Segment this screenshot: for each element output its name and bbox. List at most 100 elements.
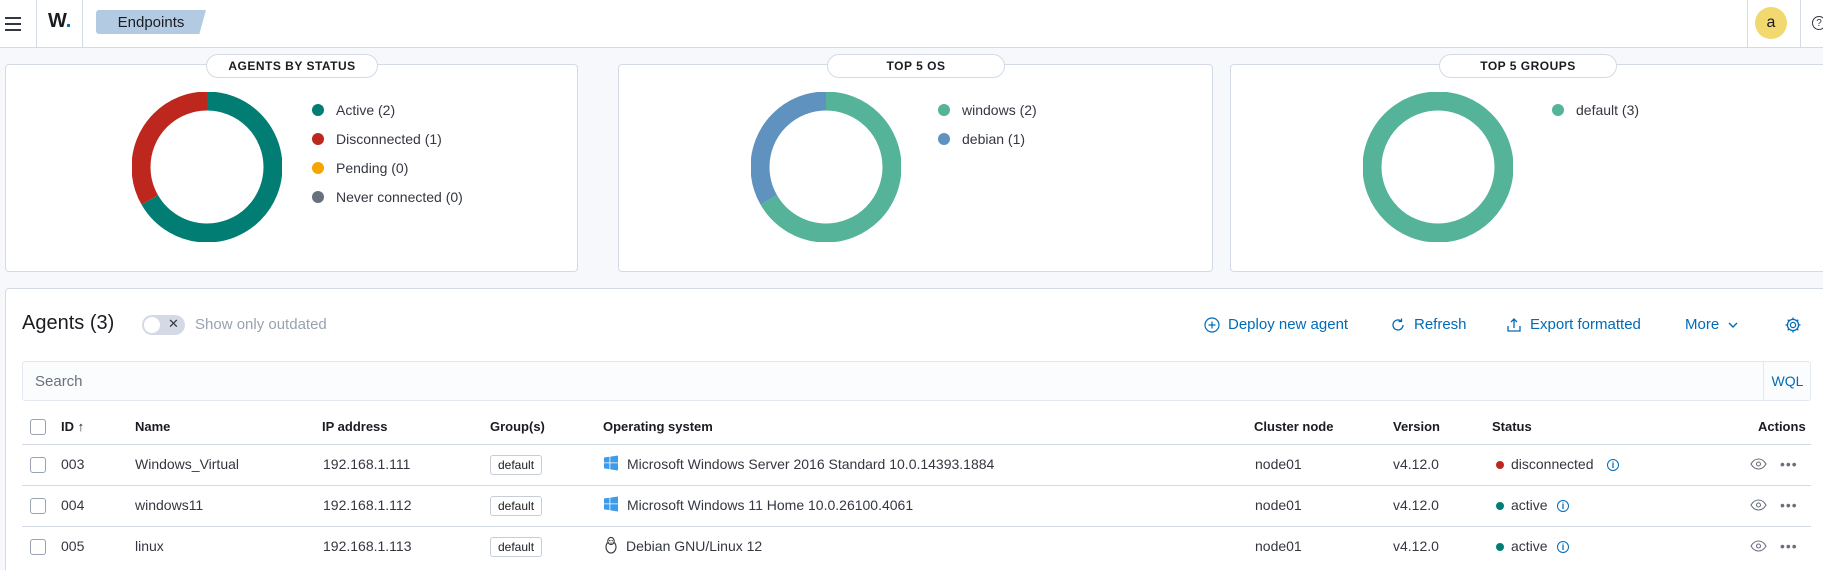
agent-ip: 192.168.1.113 xyxy=(323,538,412,554)
top-groups-panel: TOP 5 GROUPS default (3) xyxy=(1230,54,1823,272)
agent-cluster-node: node01 xyxy=(1255,538,1302,554)
toggle-knob xyxy=(144,317,160,333)
agent-version: v4.12.0 xyxy=(1393,497,1439,513)
info-icon[interactable]: i xyxy=(1557,541,1569,553)
legend-item-windows[interactable]: windows (2) xyxy=(938,95,1037,124)
agent-id: 005 xyxy=(61,538,85,554)
agent-ip: 192.168.1.111 xyxy=(323,456,411,472)
sort-arrow-icon: ↑ xyxy=(77,419,85,434)
button-label: Deploy new agent xyxy=(1228,316,1349,333)
row-checkbox[interactable] xyxy=(30,539,46,555)
eye-icon[interactable] xyxy=(1750,540,1767,552)
agents-by-status-panel: AGENTS BY STATUS Active (2) Disconnected… xyxy=(5,54,578,272)
agent-status: disconnected xyxy=(1511,456,1594,472)
eye-icon[interactable] xyxy=(1750,458,1767,470)
agent-status: active xyxy=(1511,497,1548,513)
toggle-x-icon: ✕ xyxy=(168,316,179,331)
export-icon xyxy=(1507,317,1521,332)
column-header-version[interactable]: Version xyxy=(1393,419,1440,434)
column-header-actions: Actions xyxy=(1758,419,1806,434)
header-divider xyxy=(1747,0,1748,48)
donut-slices xyxy=(132,92,282,242)
help-icon[interactable]: ? xyxy=(1812,16,1823,30)
donut-slice[interactable] xyxy=(1363,92,1513,242)
more-button[interactable]: More xyxy=(1685,316,1739,333)
more-actions-icon[interactable]: ••• xyxy=(1780,456,1798,472)
refresh-button[interactable]: Refresh xyxy=(1390,316,1467,333)
column-header-name[interactable]: Name xyxy=(135,419,170,434)
legend-label: Disconnected (1) xyxy=(336,130,442,147)
legend-item-active[interactable]: Active (2) xyxy=(312,95,463,124)
top-header: W. Endpoints a ? xyxy=(0,0,1823,48)
status-legend: Active (2) Disconnected (1) Pending (0) … xyxy=(312,95,463,211)
agent-version: v4.12.0 xyxy=(1393,456,1439,472)
agent-id: 003 xyxy=(61,456,85,472)
menu-icon[interactable] xyxy=(0,0,26,48)
status-donut-chart xyxy=(132,92,282,242)
select-all-checkbox[interactable] xyxy=(30,419,46,435)
agent-os: Debian GNU/Linux 12 xyxy=(626,538,763,554)
header-divider xyxy=(1800,0,1801,48)
group-badge[interactable]: default xyxy=(490,496,543,516)
legend-item-pending[interactable]: Pending (0) xyxy=(312,153,463,182)
column-header-status[interactable]: Status xyxy=(1492,419,1532,434)
agent-name: linux xyxy=(135,538,164,554)
gear-icon xyxy=(1785,317,1801,333)
legend-item-disconnected[interactable]: Disconnected (1) xyxy=(312,124,463,153)
table-header-divider xyxy=(22,444,1811,445)
column-header-groups[interactable]: Group(s) xyxy=(490,419,545,434)
column-header-ip[interactable]: IP address xyxy=(322,419,388,434)
more-actions-icon[interactable]: ••• xyxy=(1780,497,1798,513)
plus-circle-icon xyxy=(1204,316,1220,333)
row-checkbox[interactable] xyxy=(30,457,46,473)
row-divider xyxy=(22,526,1811,527)
info-icon[interactable]: i xyxy=(1557,500,1569,512)
group-badge[interactable]: default xyxy=(490,455,543,475)
agent-os: Microsoft Windows Server 2016 Standard 1… xyxy=(627,456,995,472)
column-header-os[interactable]: Operating system xyxy=(603,419,713,434)
legend-item-debian[interactable]: debian (1) xyxy=(938,124,1037,153)
agents-title: Agents (3) xyxy=(22,312,115,334)
app-logo[interactable]: W. xyxy=(48,10,71,33)
legend-label: Never connected (0) xyxy=(336,188,463,205)
search-input[interactable] xyxy=(23,362,1763,400)
avatar[interactable]: a xyxy=(1755,7,1787,39)
header-divider xyxy=(82,0,83,48)
outdated-toggle-label: Show only outdated xyxy=(195,316,327,333)
legend-swatch xyxy=(938,103,950,116)
legend-swatch xyxy=(312,132,324,145)
more-actions-icon[interactable]: ••• xyxy=(1780,538,1798,554)
legend-item-never-connected[interactable]: Never connected (0) xyxy=(312,182,463,211)
os-donut-chart xyxy=(751,92,901,242)
settings-button[interactable] xyxy=(1784,316,1802,334)
agent-version: v4.12.0 xyxy=(1393,538,1439,554)
row-checkbox[interactable] xyxy=(30,498,46,514)
breadcrumb-endpoints[interactable]: Endpoints xyxy=(96,10,206,34)
outdated-toggle[interactable]: ✕ xyxy=(142,315,185,335)
legend-label: debian (1) xyxy=(962,130,1026,147)
group-badge[interactable]: default xyxy=(490,537,543,557)
windows-icon xyxy=(604,496,618,512)
os-legend: windows (2) debian (1) xyxy=(938,95,1037,153)
row-divider xyxy=(22,485,1811,486)
legend-label: windows (2) xyxy=(962,101,1037,118)
button-label: More xyxy=(1685,316,1720,333)
status-dot xyxy=(1496,461,1504,469)
legend-label: Active (2) xyxy=(336,101,396,118)
deploy-new-agent-button[interactable]: Deploy new agent xyxy=(1204,316,1348,333)
legend-swatch xyxy=(312,103,324,116)
panel-title: TOP 5 GROUPS xyxy=(1439,54,1617,78)
agent-cluster-node: node01 xyxy=(1255,456,1302,472)
column-header-id[interactable]: ID ↑ xyxy=(61,419,84,434)
info-icon[interactable]: i xyxy=(1607,459,1619,471)
legend-item-default[interactable]: default (3) xyxy=(1552,95,1639,124)
eye-icon[interactable] xyxy=(1750,499,1767,511)
donut-slices xyxy=(1363,92,1513,242)
column-header-cluster[interactable]: Cluster node xyxy=(1254,419,1333,434)
agent-os: Microsoft Windows 11 Home 10.0.26100.406… xyxy=(627,497,914,513)
export-formatted-button[interactable]: Export formatted xyxy=(1506,316,1641,333)
wql-button[interactable]: WQL xyxy=(1763,362,1811,400)
agent-cluster-node: node01 xyxy=(1255,497,1302,513)
legend-label: Pending (0) xyxy=(336,159,409,176)
status-dot xyxy=(1496,543,1504,551)
